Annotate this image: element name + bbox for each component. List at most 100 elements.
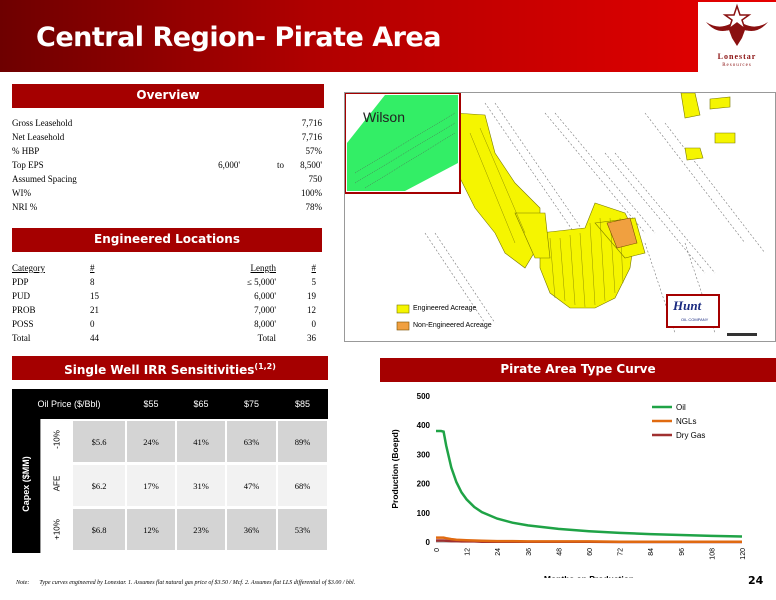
col-length: Length bbox=[250, 263, 277, 273]
overview-value: 8,500' bbox=[300, 160, 322, 170]
price-col: $75 bbox=[243, 399, 260, 409]
irr-heading-text: Single Well IRR Sensitivities bbox=[64, 363, 255, 377]
type-curve-heading: Pirate Area Type Curve bbox=[380, 358, 776, 382]
legend-label: Dry Gas bbox=[676, 431, 705, 440]
legend-label: NGLs bbox=[676, 417, 696, 426]
page-title: Central Region- Pirate Area bbox=[36, 22, 441, 53]
overview-label: Gross Leasehold bbox=[12, 118, 73, 128]
scale-bar bbox=[727, 333, 757, 336]
overview-to-word: to bbox=[276, 160, 284, 170]
page-number: 24 bbox=[748, 574, 764, 587]
overview-row: Top EPS 6,000' to 8,500' bbox=[12, 158, 322, 172]
legend-label: Oil bbox=[676, 403, 686, 412]
note-text: Type curves engineered by Lonestar. 1. A… bbox=[39, 580, 356, 586]
afe-label: -10% bbox=[52, 430, 62, 449]
cell-count: 0 bbox=[90, 319, 95, 329]
note-label: Note: bbox=[16, 580, 30, 586]
overview-label: Net Leasehold bbox=[12, 132, 65, 142]
overview-value: 100% bbox=[301, 188, 322, 198]
x-tick-label: 36 bbox=[526, 548, 533, 556]
capex-value: $6.2 bbox=[72, 464, 126, 507]
irr-heading-sup: (1,2) bbox=[254, 362, 276, 371]
hunt-logo-sub: OIL COMPANY bbox=[681, 317, 709, 322]
logo-subtext: Resources bbox=[722, 63, 752, 68]
cell-length: ≤ 5,000' bbox=[246, 277, 276, 287]
capex-value: $5.6 bbox=[72, 420, 126, 463]
cell-length: Total bbox=[257, 333, 276, 343]
logo-text: Lonestar bbox=[717, 52, 757, 61]
x-tick-label: 84 bbox=[648, 548, 655, 556]
price-col: $85 bbox=[294, 399, 311, 409]
overview-row: % HBP 57% bbox=[12, 144, 322, 158]
capex-side-label: Capex ($MM) bbox=[12, 419, 40, 553]
x-axis-title: Months on Production bbox=[544, 574, 634, 578]
overview-label: Assumed Spacing bbox=[12, 174, 77, 184]
y-tick-label: 400 bbox=[417, 421, 431, 430]
irr-heading: Single Well IRR Sensitivities(1,2) bbox=[12, 356, 328, 380]
afe-label: +10% bbox=[52, 519, 62, 540]
series-line-ngls bbox=[436, 536, 742, 543]
cell-count-2: 19 bbox=[307, 291, 316, 301]
footnote: Note: Type curves engineered by Lonestar.… bbox=[16, 580, 355, 586]
x-tick-label: 96 bbox=[679, 548, 686, 556]
cell-count: 8 bbox=[90, 277, 95, 287]
y-tick-label: 200 bbox=[417, 480, 431, 489]
map-graphic bbox=[345, 93, 766, 336]
lonestar-logo: Lonestar Resources bbox=[698, 2, 776, 78]
table-row: PDP 8 ≤ 5,000' 5 bbox=[12, 275, 318, 289]
overview-row: Assumed Spacing 750 bbox=[12, 172, 322, 186]
x-tick-label: 120 bbox=[740, 548, 747, 560]
overview-label: % HBP bbox=[12, 146, 40, 156]
engineered-table: Category # Length # PDP 8 ≤ 5,000' 5 PUD… bbox=[12, 261, 318, 345]
irr-cell: 36% bbox=[226, 508, 277, 551]
title-banner: Central Region- Pirate Area bbox=[0, 0, 776, 72]
series-line-oil bbox=[436, 429, 743, 538]
cell-length: 6,000' bbox=[254, 291, 276, 301]
cell-category: POSS bbox=[12, 319, 34, 329]
cell-category: PROB bbox=[12, 305, 36, 315]
overview-value: 57% bbox=[305, 146, 323, 156]
type-curve-chart: 0 100 200 300 400 500 0 12 24 36 48 60 72 84 96 108 120 M… bbox=[380, 388, 776, 584]
table-total-row: Total 44 Total 36 bbox=[12, 331, 318, 345]
legend-swatch-engineered bbox=[396, 304, 410, 314]
overview-heading: Overview bbox=[12, 84, 324, 108]
engineered-header-row: Category # Length # bbox=[12, 261, 318, 275]
cell-count: 44 bbox=[90, 333, 99, 343]
legend-non-engineered: Non-Engineered Acreage bbox=[413, 322, 492, 329]
cell-category: PUD bbox=[12, 291, 31, 301]
cell-count-2: 12 bbox=[307, 305, 316, 315]
cell-length: 8,000' bbox=[254, 319, 276, 329]
price-col: $65 bbox=[193, 399, 209, 409]
acreage-map: Wilson Engineered Acreage Non-Engineered… bbox=[344, 92, 776, 342]
irr-cell: 41% bbox=[176, 420, 226, 463]
cell-count: 15 bbox=[90, 291, 99, 301]
chart-svg: 0 100 200 300 400 500 0 12 24 36 48 60 72 84 96 108 120 M… bbox=[390, 392, 747, 584]
overview-from: 6,000' bbox=[218, 160, 240, 170]
legend-engineered: Engineered Acreage bbox=[413, 305, 477, 312]
irr-cell: 17% bbox=[126, 464, 176, 507]
overview-row: NRI % 78% bbox=[12, 200, 322, 214]
irr-cell: 23% bbox=[176, 508, 226, 551]
x-tick-label: 48 bbox=[556, 548, 563, 556]
price-col: $55 bbox=[143, 399, 159, 409]
overview-label: NRI % bbox=[12, 202, 38, 212]
irr-cell: 24% bbox=[126, 420, 176, 463]
x-tick-label: 72 bbox=[618, 548, 625, 556]
irr-cell: 68% bbox=[277, 464, 328, 507]
legend-swatch-non-engineered bbox=[396, 321, 410, 331]
overview-row: Gross Leasehold 7,716 bbox=[12, 116, 322, 130]
x-tick-label: 12 bbox=[465, 548, 472, 556]
afe-column: -10% AFE +10% bbox=[40, 419, 72, 553]
overview-row: Net Leasehold 7,716 bbox=[12, 130, 322, 144]
irr-cell: 47% bbox=[226, 464, 277, 507]
engineered-heading: Engineered Locations bbox=[12, 228, 322, 252]
x-tick-label: 60 bbox=[587, 548, 594, 556]
cell-category: PDP bbox=[12, 277, 29, 287]
table-row: PROB 21 7,000' 12 bbox=[12, 303, 318, 317]
cell-category: Total bbox=[12, 333, 31, 343]
y-tick-label: 500 bbox=[417, 392, 431, 401]
table-row: PUD 15 6,000' 19 bbox=[12, 289, 318, 303]
afe-label: AFE bbox=[52, 475, 62, 492]
capex-value: $6.8 bbox=[72, 508, 126, 551]
irr-cell: 89% bbox=[277, 420, 328, 463]
